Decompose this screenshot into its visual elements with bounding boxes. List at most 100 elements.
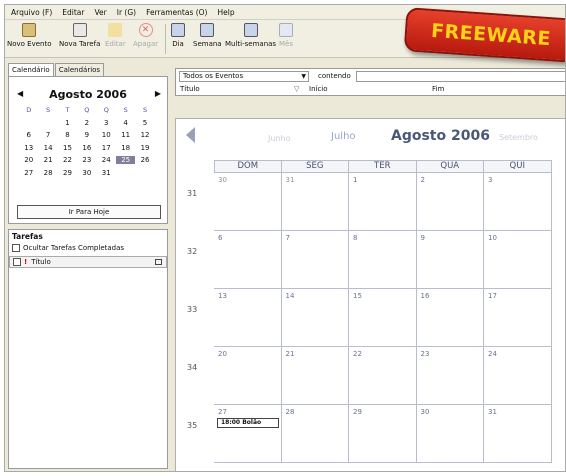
mini-day-cell[interactable]: 22	[58, 156, 77, 164]
mini-day-cell[interactable]: 3	[97, 119, 116, 127]
day-cell[interactable]: 9	[416, 231, 484, 289]
mini-day-cell[interactable]: 1	[58, 119, 77, 127]
month-junho[interactable]: Junho	[268, 134, 290, 143]
mini-day-cell[interactable]: 24	[97, 156, 116, 164]
day-cell[interactable]: 22	[349, 347, 417, 405]
mini-day-cell[interactable]: 8	[58, 131, 77, 139]
day-cell[interactable]: 23	[416, 347, 484, 405]
menu-help[interactable]: Help	[217, 8, 234, 17]
day-cell[interactable]: 7	[281, 231, 349, 289]
mini-day-cell[interactable]: 5	[135, 119, 154, 127]
day-cell[interactable]: 21	[281, 347, 349, 405]
hide-completed-option[interactable]: Ocultar Tarefas Completadas	[9, 243, 167, 253]
mini-day-cell[interactable]: 16	[77, 144, 96, 152]
day-cell[interactable]: 16	[416, 289, 484, 347]
event-item[interactable]: 18:00 Bolão	[217, 418, 279, 428]
mini-day-cell[interactable]: 15	[58, 144, 77, 152]
mini-day-cell[interactable]: 28	[38, 169, 57, 177]
mini-day-cell[interactable]: 29	[58, 169, 77, 177]
menu-ver[interactable]: Ver	[94, 8, 106, 17]
week-row: 35 27 18:00 Bolão 28 29 30 31	[184, 405, 565, 463]
tab-calendarios[interactable]: Calendários	[54, 63, 105, 76]
mini-day-cell[interactable]: 7	[38, 131, 57, 139]
day-cell[interactable]: 15	[349, 289, 417, 347]
menu-editar[interactable]: Editar	[62, 8, 84, 17]
mini-day-cell[interactable]: 11	[116, 131, 135, 139]
day-cell[interactable]: 24	[484, 347, 552, 405]
task-done-column-icon[interactable]	[13, 258, 21, 266]
day-number: 13	[218, 292, 227, 300]
day-headers: DOM SEG TER QUA QUI	[214, 160, 565, 173]
week-row: 32 6 7 8 9 10	[184, 231, 565, 289]
day-cell[interactable]: 17	[484, 289, 552, 347]
mini-day-cell[interactable]: 19	[135, 144, 154, 152]
mini-day-cell[interactable]: 10	[97, 131, 116, 139]
mini-day-cell[interactable]: 27	[19, 169, 38, 177]
day-cell[interactable]: 31	[281, 173, 349, 231]
day-cell[interactable]: 29	[349, 405, 417, 463]
month-setembro[interactable]: Setembro	[499, 133, 538, 142]
day-cell[interactable]: 6	[214, 231, 282, 289]
prev-month-arrow-icon[interactable]	[186, 127, 195, 143]
mini-day-cell[interactable]: 21	[38, 156, 57, 164]
day-cell[interactable]: 13	[214, 289, 282, 347]
day-cell[interactable]: 1	[349, 173, 417, 231]
mini-day-cell[interactable]: 31	[97, 169, 116, 177]
day-cell[interactable]: 28	[281, 405, 349, 463]
month-view-button[interactable]: Mês	[279, 23, 293, 48]
day-view-button[interactable]: Dia	[171, 23, 185, 48]
day-cell[interactable]: 2	[416, 173, 484, 231]
day-number: 29	[353, 408, 362, 416]
week-view-label: Semana	[193, 40, 222, 48]
menu-arquivo[interactable]: Arquivo (F)	[11, 8, 52, 17]
day-cell[interactable]: 27 18:00 Bolão	[214, 405, 282, 463]
new-task-button[interactable]: Nova Tarefa	[59, 23, 100, 48]
mini-day-cell[interactable]: 12	[135, 131, 154, 139]
day-cell[interactable]: 20	[214, 347, 282, 405]
day-cell[interactable]: 31	[484, 405, 552, 463]
event-filter-select[interactable]: Todos os Eventos ▼	[179, 71, 309, 82]
mini-day-cell[interactable]: 26	[135, 156, 154, 164]
mini-day-cell[interactable]: 20	[19, 156, 38, 164]
column-title[interactable]: Título	[180, 85, 200, 93]
delete-button[interactable]: ✕ Apagar	[133, 23, 158, 48]
new-event-button[interactable]: Novo Evento	[7, 23, 52, 48]
mini-day-cell[interactable]: 4	[116, 119, 135, 127]
mini-weekday-label: Q	[84, 106, 90, 115]
day-cell[interactable]: 8	[349, 231, 417, 289]
month-view-label: Mês	[279, 40, 293, 48]
mini-day-cell[interactable]: 13	[19, 144, 38, 152]
mini-day-cell[interactable]: 23	[77, 156, 96, 164]
column-start[interactable]: Início	[309, 85, 328, 93]
tasks-title-column[interactable]: Título	[31, 258, 51, 266]
tab-calendario[interactable]: Calendário	[8, 63, 54, 76]
multiweek-view-button[interactable]: Multi-semanas	[225, 23, 276, 48]
mini-day-cell[interactable]: 30	[77, 169, 96, 177]
mini-day-cell[interactable]: 14	[38, 144, 57, 152]
day-cell[interactable]: 30	[214, 173, 282, 231]
column-end[interactable]: Fim	[432, 85, 444, 93]
week-view-button[interactable]: Semana	[193, 23, 222, 48]
day-cell[interactable]: 3	[484, 173, 552, 231]
search-input[interactable]	[356, 71, 565, 82]
menu-ferramentas[interactable]: Ferramentas (O)	[146, 8, 207, 17]
goto-today-button[interactable]: Ir Para Hoje	[17, 205, 161, 219]
mini-day-cell[interactable]: 2	[77, 119, 96, 127]
mini-day-cell[interactable]: 6	[19, 131, 38, 139]
menu-ir[interactable]: Ir (G)	[117, 8, 136, 17]
mini-day-cell[interactable]: 17	[97, 144, 116, 152]
column-picker-icon[interactable]	[155, 259, 162, 265]
hide-completed-checkbox[interactable]	[12, 244, 20, 252]
mini-day-cell[interactable]: 25	[115, 156, 136, 165]
day-number: 31	[488, 408, 497, 416]
mini-next-month-icon[interactable]: ▶	[155, 89, 161, 98]
day-number: 10	[488, 234, 497, 242]
edit-button[interactable]: Editar	[105, 23, 126, 48]
mini-day-cell[interactable]: 18	[116, 144, 135, 152]
mini-day-cell[interactable]: 9	[77, 131, 96, 139]
day-cell[interactable]: 14	[281, 289, 349, 347]
tasks-title: Tarefas	[12, 232, 43, 241]
day-cell[interactable]: 10	[484, 231, 552, 289]
month-julho[interactable]: Julho	[331, 131, 356, 142]
day-cell[interactable]: 30	[416, 405, 484, 463]
